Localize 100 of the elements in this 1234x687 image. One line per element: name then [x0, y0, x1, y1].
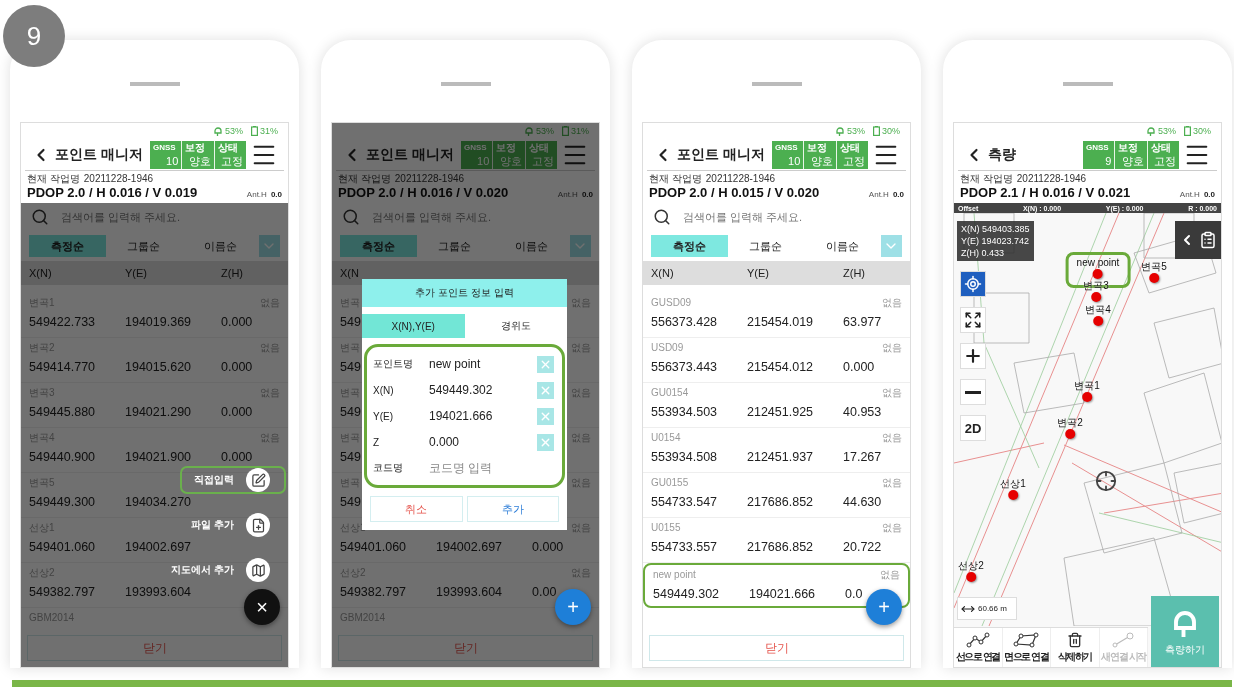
status-value: 양호 — [1120, 154, 1144, 168]
screen-title: 측량 — [988, 145, 1016, 164]
z-value: 0.000 — [221, 360, 253, 374]
point-marker-icon[interactable] — [966, 572, 976, 582]
z-value: 40.953 — [843, 405, 882, 419]
code-label: 없음 — [880, 569, 900, 581]
point-name: GUSD09 — [651, 297, 691, 309]
z-value: 0.000 — [221, 315, 253, 329]
input-field[interactable]: 코드명 입력 — [429, 461, 554, 475]
status-label: GNSS — [775, 141, 799, 153]
sort-tab[interactable]: 이름순 — [182, 235, 259, 257]
column-header: Z(H) — [843, 267, 866, 279]
point-row[interactable]: GUSD09 없음 556373.428 215454.019 63.977 — [643, 293, 910, 338]
close-fab-button[interactable]: × — [244, 589, 280, 625]
code-label: 없음 — [882, 522, 902, 534]
input-field[interactable]: 194021.666 — [429, 409, 537, 423]
antenna-value: 0.0 — [892, 190, 904, 199]
y-value: 212451.937 — [747, 450, 814, 464]
receiver-level: 53% — [846, 126, 865, 136]
receiver-icon — [212, 126, 223, 136]
point-marker-icon[interactable] — [1093, 269, 1103, 279]
sort-tab[interactable]: 측정순 — [29, 235, 106, 257]
field-label: Y(E) — [373, 410, 394, 422]
sort-tab[interactable]: 측정순 — [340, 235, 417, 257]
sort-tab[interactable]: 측정순 — [651, 235, 728, 257]
z-value: 20.722 — [843, 540, 882, 554]
dialog-title: 추가 포인트 정보 입력 — [362, 279, 567, 307]
antenna-label: Ant.H — [868, 190, 889, 199]
z-value: 17.267 — [843, 450, 882, 464]
field-label: X(N) — [373, 384, 395, 396]
point-marker-icon[interactable] — [1008, 490, 1018, 500]
point-row[interactable]: U0155 없음 554733.557 217686.852 20.722 — [643, 518, 910, 563]
add-button[interactable]: 추가 — [466, 496, 559, 522]
panel-toggle-button[interactable] — [1175, 221, 1221, 259]
point-marker-icon[interactable] — [1093, 316, 1103, 326]
sort-tab[interactable]: 그룹순 — [727, 235, 804, 257]
receiver-icon — [1145, 126, 1156, 136]
map-control-button[interactable] — [960, 343, 986, 369]
screen-title: 포인트 매니저 — [677, 145, 765, 164]
antenna-value: 0.0 — [270, 190, 282, 199]
screen-title: 포인트 매니저 — [366, 145, 454, 164]
sort-tab[interactable]: 이름순 — [493, 235, 570, 257]
input-field[interactable]: 0.000 — [429, 435, 537, 449]
job-name: 20211228-1946 — [83, 173, 154, 185]
x-value: 549 — [340, 450, 361, 464]
point-row[interactable]: U0154 없음 553934.508 212451.937 17.267 — [643, 428, 910, 473]
antenna-value: 0.0 — [1203, 190, 1215, 199]
input-field[interactable]: new point — [429, 357, 537, 371]
job-label: 현재 작업명 — [649, 173, 702, 185]
sort-tab[interactable]: 이름순 — [804, 235, 881, 257]
fab-menu-item[interactable]: 직접입력 — [180, 466, 286, 494]
column-header: X(N) — [29, 267, 53, 279]
receiver-icon — [523, 126, 534, 136]
toolbar-button[interactable]: 선으로 연결 — [954, 628, 1003, 667]
coordinate-text: Z(H) 0.433 — [961, 247, 1005, 259]
point-marker-icon[interactable] — [1082, 392, 1092, 402]
code-label: 없음 — [882, 387, 902, 399]
x-value: 549449.302 — [653, 587, 720, 601]
point-row[interactable]: GU0154 없음 553934.503 212451.925 40.953 — [643, 383, 910, 428]
add-fab-button[interactable]: + — [555, 589, 591, 625]
sort-tab[interactable]: 그룹순 — [105, 235, 182, 257]
job-label: 현재 작업명 — [960, 173, 1013, 185]
point-row[interactable]: USD09 없음 556373.443 215454.012 0.000 — [643, 338, 910, 383]
speaker-slot — [129, 82, 180, 86]
point-row[interactable]: GU0155 없음 554733.547 217686.852 44.630 — [643, 473, 910, 518]
point-marker-icon[interactable] — [1065, 429, 1075, 439]
code-label: 없음 — [882, 432, 902, 444]
x-value: 553934.503 — [651, 405, 718, 419]
point-name: GU0154 — [651, 387, 689, 399]
dialog-tab[interactable]: X(N),Y(E) — [362, 314, 465, 338]
search-field[interactable]: 검색어를 입력해 주세요. — [681, 210, 900, 224]
dop-reading: PDOP 2.0 / H 0.015 / V 0.020 — [649, 185, 820, 200]
status-label: 보정 — [496, 141, 518, 153]
point-label: 변곡4 — [1085, 304, 1111, 316]
measure-button[interactable]: 측량하기 — [1151, 596, 1219, 667]
job-name: 20211228-1946 — [1016, 173, 1087, 185]
toolbar-button[interactable]: 면으로 연결 — [1002, 628, 1051, 667]
point-marker-icon[interactable] — [1091, 292, 1101, 302]
battery-icon — [251, 126, 258, 136]
close-button[interactable]: 닫기 — [649, 635, 904, 661]
search-icon — [31, 208, 49, 226]
expand-icon — [964, 311, 982, 329]
y-value: 194021.290 — [125, 405, 192, 419]
input-field[interactable]: 549449.302 — [429, 383, 537, 397]
battery-level: 30% — [882, 126, 900, 136]
antenna-label: Ant.H — [557, 190, 578, 199]
dop-reading: PDOP 2.0 / H 0.016 / V 0.020 — [338, 185, 509, 200]
status-value: 9 — [1104, 154, 1112, 168]
point-marker-icon[interactable] — [1149, 273, 1159, 283]
status-value: 고정 — [842, 154, 865, 168]
status-label: 상태 — [839, 141, 861, 153]
view-mode-button[interactable]: 2D — [960, 415, 986, 441]
coordinate-text: X(N) 549403.385 — [961, 223, 1030, 235]
map-control-button[interactable] — [960, 307, 986, 333]
close-button[interactable]: 닫기 — [27, 635, 282, 661]
close-button[interactable]: 닫기 — [338, 635, 593, 661]
cancel-button[interactable]: 취소 — [370, 496, 463, 522]
map-control-button[interactable] — [960, 379, 986, 405]
sort-tab[interactable]: 그룹순 — [416, 235, 493, 257]
add-fab-button[interactable]: + — [866, 589, 902, 625]
